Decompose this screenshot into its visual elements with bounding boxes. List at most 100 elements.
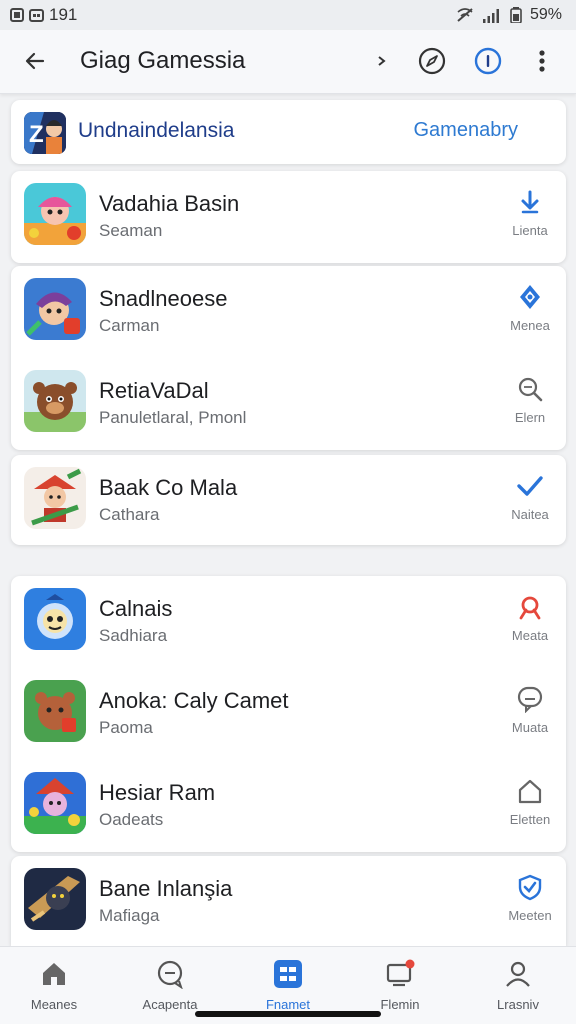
nav-item-profile[interactable]: Lrasniv <box>468 957 568 1012</box>
app-card: Baak Co Mala Cathara Naitea <box>11 455 566 545</box>
inbox-icon <box>386 959 415 987</box>
app-card: Snadlneoese Carman Menea RetiaVaDal Panu… <box>11 266 566 450</box>
item-action-button[interactable]: Meeten <box>508 872 552 923</box>
calendar-icon <box>29 9 44 22</box>
page-title: Giag Gamessia <box>80 47 246 74</box>
nav-item-home[interactable]: Meanes <box>4 957 104 1012</box>
diamond-icon <box>520 285 540 309</box>
list-item[interactable]: Baak Co Mala Cathara Naitea <box>11 455 566 549</box>
app-name: Bane Inlanşia <box>99 876 233 901</box>
item-action-button[interactable]: Menea <box>508 282 552 333</box>
info-button[interactable] <box>472 45 504 77</box>
status-time: 191 <box>49 5 78 24</box>
app-bar: Giag Gamessia <box>0 30 576 94</box>
nav-item-games[interactable]: Fnamet <box>238 957 338 1012</box>
battery-percent: 59% <box>529 6 562 23</box>
header-title: Undnaindelansia <box>78 119 235 142</box>
list-item[interactable]: Anoka: Caly Camet Paoma Muata <box>11 668 566 762</box>
forward-button[interactable] <box>366 45 398 77</box>
check-icon <box>517 476 543 496</box>
more-vert-icon <box>539 50 545 72</box>
shield-icon <box>518 874 542 901</box>
chevron-right-icon <box>378 56 386 66</box>
compass-icon <box>418 47 446 75</box>
compass-button[interactable] <box>416 45 448 77</box>
heart-icon <box>519 596 541 620</box>
app-name: Calnais <box>99 596 173 621</box>
item-action-button[interactable]: Lienta <box>508 187 552 238</box>
app-name: Hesiar Ram <box>99 780 216 805</box>
item-action-button[interactable]: Elern <box>508 374 552 425</box>
header-card[interactable]: Z Undnaindelansia Gamenabry <box>11 100 566 164</box>
more-options-button[interactable] <box>526 45 558 77</box>
app-subtitle: Seaman <box>99 221 163 240</box>
app-icon <box>24 370 86 432</box>
home-indicator[interactable] <box>195 1011 381 1017</box>
action-label: Meata <box>511 628 549 643</box>
nav-label: Flemin <box>380 997 420 1012</box>
home-icon <box>43 963 65 985</box>
arrow-left-icon <box>25 52 45 70</box>
nav-item-inbox[interactable]: Flemin <box>350 957 450 1012</box>
action-label: Naitea <box>511 507 549 522</box>
item-action-button[interactable]: Naitea <box>508 471 552 522</box>
list-item[interactable]: Vadahia Basin Seaman Lienta <box>11 171 566 265</box>
app-icon <box>24 868 86 930</box>
app-name: Vadahia Basin <box>99 191 240 216</box>
app-name: Anoka: Caly Camet <box>99 688 289 713</box>
item-action-button[interactable]: Muata <box>508 684 552 735</box>
list-item[interactable]: Calnais Sadhiara Meata <box>11 576 566 670</box>
status-bar: 191 59% <box>0 0 576 30</box>
list-item[interactable]: Bane Inlanşia Mafiaga Meeten <box>11 856 566 950</box>
app-icon <box>24 772 86 834</box>
notification-icon <box>10 8 24 22</box>
app-card: Calnais Sadhiara Meata Anoka: Caly Camet… <box>11 576 566 852</box>
header-logo: Z <box>24 112 66 154</box>
nav-item-apps[interactable]: Acapenta <box>120 957 220 1012</box>
item-action-button[interactable]: Meata <box>508 592 552 643</box>
app-card: Vadahia Basin Seaman Lienta <box>11 171 566 263</box>
svg-text:Z: Z <box>29 121 44 148</box>
list-item[interactable]: RetiaVaDal Panuletlaral, Pmonl Elern <box>11 358 566 452</box>
app-subtitle: Cathara <box>99 505 160 524</box>
download-icon <box>521 190 539 214</box>
app-subtitle: Mafiaga <box>99 906 160 925</box>
app-subtitle: Sadhiara <box>99 626 168 645</box>
app-icon <box>24 467 86 529</box>
app-subtitle: Paoma <box>99 718 153 737</box>
app-icon <box>24 588 86 650</box>
nav-label: Acapenta <box>142 997 198 1012</box>
battery-icon <box>510 7 522 23</box>
app-name: Baak Co Mala <box>99 475 238 500</box>
action-label: Menea <box>510 318 550 333</box>
app-subtitle: Oadeats <box>99 810 164 829</box>
app-icon <box>24 680 86 742</box>
user-icon <box>506 961 530 987</box>
nav-label: Meanes <box>30 997 78 1012</box>
action-label: Eletten <box>509 812 551 827</box>
action-label: Meeten <box>508 908 552 923</box>
app-name: Snadlneoese <box>99 286 228 311</box>
list-item[interactable]: Hesiar Ram Oadeats Eletten <box>11 760 566 854</box>
action-label: Elern <box>514 410 546 425</box>
header-link[interactable]: Gamenabry <box>414 119 519 142</box>
app-icon <box>24 278 86 340</box>
app-subtitle: Panuletlaral, Pmonl <box>99 408 247 427</box>
signal-icon <box>482 8 499 23</box>
action-label: Muata <box>511 720 549 735</box>
chat-icon <box>157 960 183 989</box>
app-name: RetiaVaDal <box>99 378 209 403</box>
nav-label: Lrasniv <box>497 997 539 1012</box>
info-icon <box>474 47 502 75</box>
app-card: Bane Inlanşia Mafiaga Meeten <box>11 856 566 946</box>
list-item[interactable]: Snadlneoese Carman Menea <box>11 266 566 360</box>
chat-icon <box>517 686 543 713</box>
mute-icon <box>457 8 473 22</box>
item-action-button[interactable]: Eletten <box>508 776 552 827</box>
home-icon <box>518 779 542 804</box>
action-label: Lienta <box>512 223 548 238</box>
back-button[interactable] <box>20 46 50 76</box>
nav-label: Fnamet <box>265 997 311 1012</box>
search-icon <box>518 377 543 402</box>
grid-icon <box>274 960 302 988</box>
